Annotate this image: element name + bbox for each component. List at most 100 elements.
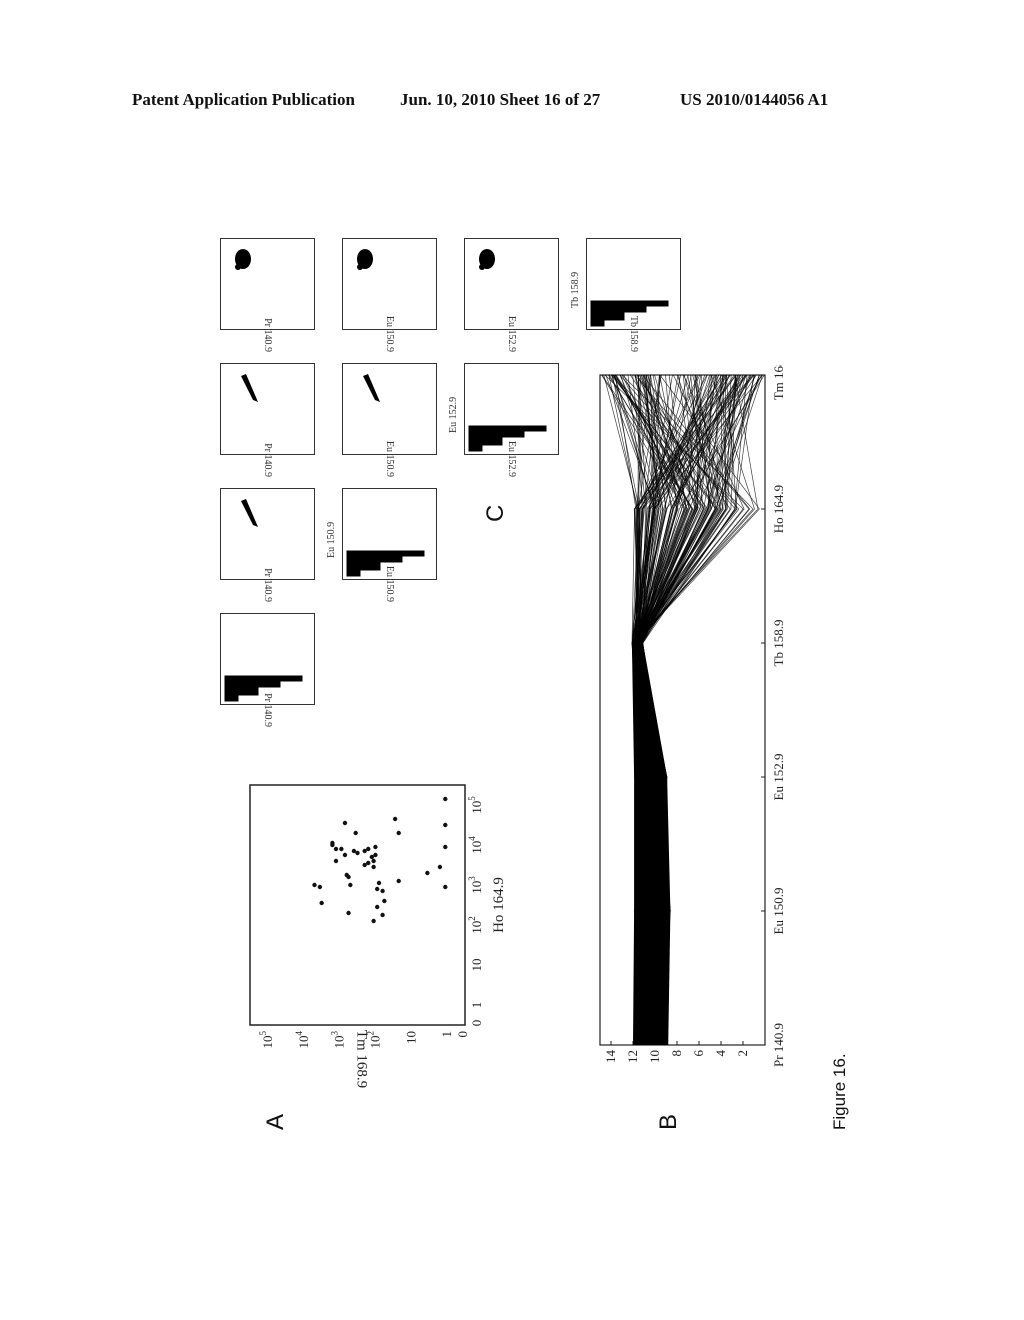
panel-c-scatter-matrix: Pr 140.9 Eu 150.9 Eu 152.9 Tb 158.9 Pr 140.9… xyxy=(208,220,688,727)
publication-date-sheet: Jun. 10, 2010 Sheet 16 of 27 xyxy=(400,90,601,109)
x-tick-label: 0 xyxy=(469,1020,484,1027)
x-tick-label: 10 xyxy=(469,959,484,972)
y-tick-label: 4 xyxy=(713,1050,728,1057)
scatter-point xyxy=(312,882,317,888)
scatter-point xyxy=(339,846,344,852)
scatter-point xyxy=(373,852,378,858)
figure-caption: Figure 16. xyxy=(830,1053,849,1130)
scatter-point xyxy=(342,820,348,826)
scatter-point xyxy=(317,884,323,890)
panel-label-b: B xyxy=(655,1113,682,1130)
y-tick-label: 14 xyxy=(603,1050,618,1064)
scatter-point xyxy=(396,830,401,836)
y-tick-label: 12 xyxy=(625,1050,640,1063)
axis-label: Ho 164.9 xyxy=(771,485,786,533)
scatter-point xyxy=(443,844,448,850)
y-tick-label: 104 xyxy=(294,1031,311,1049)
y-tick-label: 10 xyxy=(403,1031,418,1044)
scatter-point xyxy=(319,900,324,906)
patent-header: Patent Application Publication Jun. 10, … xyxy=(132,90,892,114)
axis-label: Pr 140.9 xyxy=(771,1023,786,1067)
scatter-point xyxy=(344,872,349,878)
scatter-point xyxy=(375,886,380,892)
y-tick-label: 103 xyxy=(330,1031,347,1049)
point-cloud xyxy=(357,264,363,270)
scatter-point xyxy=(382,898,387,904)
y-tick-label: 2 xyxy=(735,1050,750,1057)
cell-plot xyxy=(241,499,258,527)
y-tick-label: 1 xyxy=(439,1031,454,1038)
scatter-point xyxy=(443,796,448,802)
panel-label-c: C xyxy=(482,504,509,522)
cell-column-label: Eu 150.9 xyxy=(383,315,395,352)
scatter-point xyxy=(353,830,358,836)
cell-plot xyxy=(235,249,251,270)
scatter-point xyxy=(437,864,443,870)
scatter-point xyxy=(376,880,382,886)
x-tick-label: 102 xyxy=(467,916,484,934)
cell-column-label: Eu 150.9 xyxy=(383,440,395,477)
scatter-point xyxy=(375,904,380,910)
x-tick-label: 104 xyxy=(467,836,484,854)
scatter-point xyxy=(380,912,385,918)
panel-a-scatter: 0 1 10 102 103 104 105 0 1 10 102 103 104 105 Ho 164.9… xyxy=(240,775,510,1088)
point-cloud xyxy=(235,264,241,270)
y-axis-label: Tm 168.9 xyxy=(354,1030,370,1088)
scatter-point xyxy=(396,878,401,884)
y-tick-label: 6 xyxy=(691,1050,706,1057)
cell-plot xyxy=(241,374,258,402)
y-tick-label: 8 xyxy=(669,1050,684,1057)
axis-label: Eu 150.9 xyxy=(771,888,786,935)
matrix-cell-scatter xyxy=(220,363,315,455)
point-cloud xyxy=(241,374,258,402)
point-cloud xyxy=(479,264,485,270)
cell-column-label: Pr 140.9 xyxy=(261,568,273,602)
axis-label: Tm 168.9 xyxy=(771,365,786,400)
scatter-point xyxy=(330,840,335,846)
scatter-point xyxy=(392,816,398,822)
matrix-cell-scatter xyxy=(220,488,315,580)
point-cloud xyxy=(241,499,258,527)
y-tick-label: 0 xyxy=(455,1031,470,1038)
scatter-point xyxy=(380,888,385,894)
scatter-point xyxy=(425,870,430,876)
scatter-point xyxy=(371,918,376,924)
scatter-point xyxy=(443,884,448,890)
matrix-cell-histogram xyxy=(220,613,315,705)
axis-label: Tb 158.9 xyxy=(771,620,786,667)
x-tick-label: 103 xyxy=(467,876,484,894)
scatter-point xyxy=(373,844,378,850)
scatter-point xyxy=(366,846,371,852)
cell-plot xyxy=(224,675,303,702)
panel-label-a: A xyxy=(262,1113,289,1130)
publication-title: Patent Application Publication xyxy=(132,90,355,109)
scatter-point xyxy=(371,858,376,864)
scatter-point xyxy=(371,864,376,870)
cell-column-label: Eu 152.9 xyxy=(505,440,517,477)
scatter-point xyxy=(333,846,339,852)
cell-column-label: Pr 140.9 xyxy=(261,318,273,352)
y-tick-label: 105 xyxy=(258,1031,275,1049)
figure-16: 0 1 10 102 103 104 105 0 1 10 102 103 104 105 Ho 164.9… xyxy=(200,200,880,1130)
scatter-point xyxy=(443,822,448,828)
row-label: Eu 152.9 xyxy=(448,396,459,433)
cell-column-label: Tb 158.9 xyxy=(627,315,639,352)
x-axis-label: Ho 164.9 xyxy=(491,877,507,933)
scatter-point xyxy=(346,910,351,916)
scatter-point xyxy=(348,882,353,888)
row-label: Tb 158.9 xyxy=(570,271,581,308)
axis-label: Eu 152.9 xyxy=(771,754,786,801)
scatter-point xyxy=(355,850,360,856)
cell-column-label: Eu 152.9 xyxy=(505,315,517,352)
point-cloud xyxy=(363,374,380,402)
cell-column-label: Pr 140.9 xyxy=(261,443,273,477)
cell-column-label: Eu 150.9 xyxy=(383,565,395,602)
row-label: Eu 150.9 xyxy=(326,521,337,558)
scatter-point xyxy=(333,858,339,864)
panel-a-frame xyxy=(249,784,466,1026)
publication-number: US 2010/0144056 A1 xyxy=(680,90,829,109)
x-tick-label: 1 xyxy=(469,1002,484,1009)
x-tick-label: 105 xyxy=(467,796,484,814)
scatter-point xyxy=(342,852,348,858)
cell-column-label: Pr 140.9 xyxy=(261,693,273,727)
